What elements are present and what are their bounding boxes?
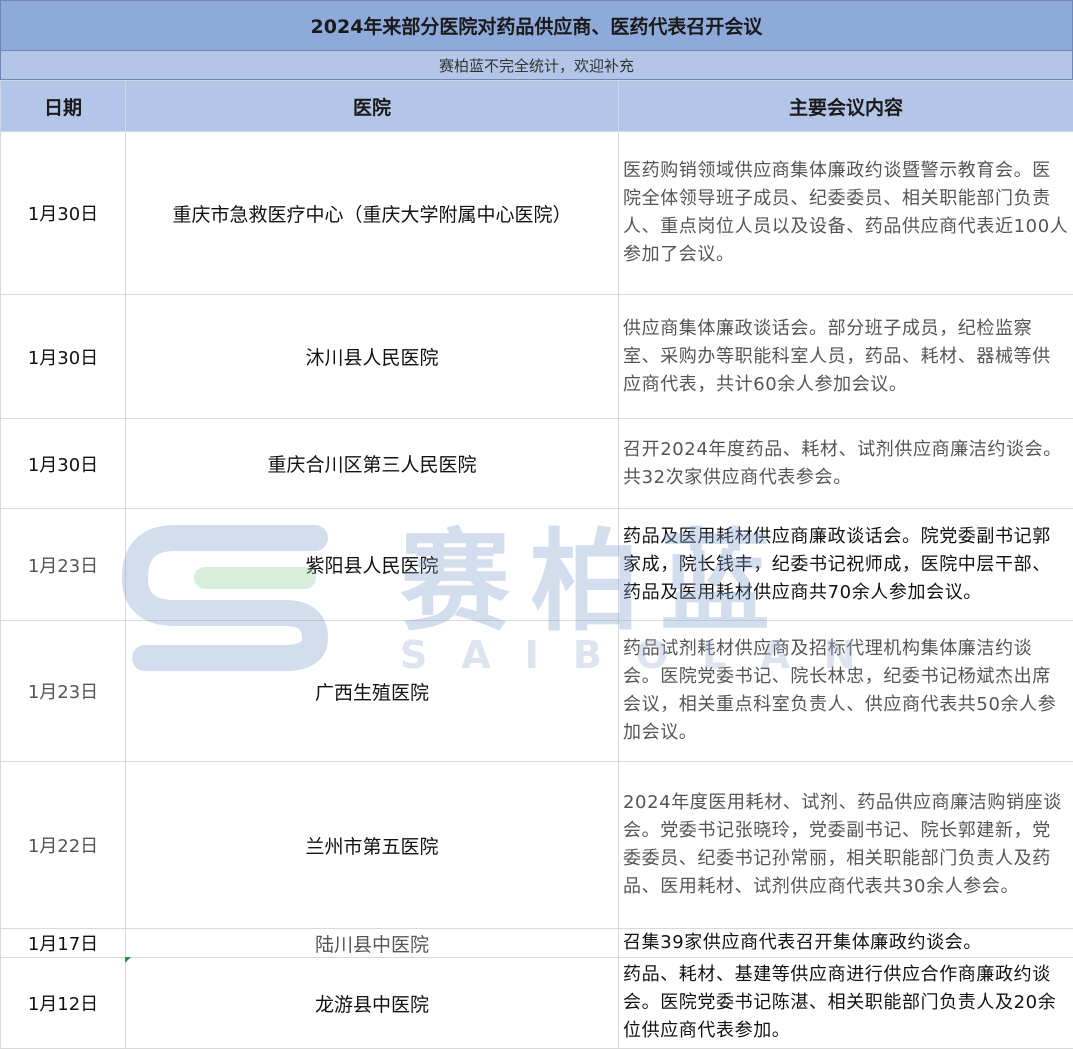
table-row: 1月23日 广西生殖医院 药品试剂耗材供应商及招标代理机构集体廉洁约谈会。医院党… bbox=[0, 620, 1073, 762]
cell-content[interactable]: 供应商集体廉政谈话会。部分班子成员，纪检监察室、采购办等职能科室人员，药品、耗材… bbox=[618, 294, 1073, 419]
sheet-title[interactable]: 2024年来部分医院对药品供应商、医药代表召开会议 bbox=[0, 0, 1073, 51]
cell-date[interactable]: 1月22日 bbox=[0, 761, 126, 929]
table-row: 1月30日 重庆市急救医疗中心（重庆大学附属中心医院） 医药购销领域供应商集体廉… bbox=[0, 131, 1073, 295]
cell-hospital[interactable]: 龙游县中医院 bbox=[125, 957, 619, 1049]
table-row: 1月23日 紫阳县人民医院 药品及医用耗材供应商廉政谈话会。院党委副书记郭家成，… bbox=[0, 508, 1073, 621]
cell-comment-marker bbox=[125, 957, 131, 963]
cell-hospital[interactable]: 广西生殖医院 bbox=[125, 620, 619, 762]
cell-content[interactable]: 药品试剂耗材供应商及招标代理机构集体廉洁约谈会。医院党委书记、院长林忠，纪委书记… bbox=[618, 620, 1073, 762]
cell-content[interactable]: 召开2024年度药品、耗材、试剂供应商廉洁约谈会。共32次家供应商代表参会。 bbox=[618, 418, 1073, 509]
cell-hospital[interactable]: 陆川县中医院 bbox=[125, 928, 619, 958]
meeting-table: 日期 医院 主要会议内容 1月30日 重庆市急救医疗中心（重庆大学附属中心医院）… bbox=[0, 80, 1073, 1049]
cell-hospital[interactable]: 紫阳县人民医院 bbox=[125, 508, 619, 621]
cell-date[interactable]: 1月30日 bbox=[0, 131, 126, 295]
cell-content[interactable]: 召集39家供应商代表召开集体廉政约谈会。 bbox=[618, 928, 1073, 958]
cell-date[interactable]: 1月23日 bbox=[0, 620, 126, 762]
header-hospital[interactable]: 医院 bbox=[125, 80, 619, 132]
cell-date[interactable]: 1月12日 bbox=[0, 957, 126, 1049]
cell-content[interactable]: 2024年度医用耗材、试剂、药品供应商廉洁购销座谈会。党委书记张晓玲，党委副书记… bbox=[618, 761, 1073, 929]
cell-hospital[interactable]: 重庆市急救医疗中心（重庆大学附属中心医院） bbox=[125, 131, 619, 295]
cell-hospital[interactable]: 沐川县人民医院 bbox=[125, 294, 619, 419]
cell-content[interactable]: 医药购销领域供应商集体廉政约谈暨警示教育会。医院全体领导班子成员、纪委委员、相关… bbox=[618, 131, 1073, 295]
spreadsheet: 2024年来部分医院对药品供应商、医药代表召开会议 赛柏蓝不完全统计，欢迎补充 … bbox=[0, 0, 1073, 1049]
cell-date[interactable]: 1月17日 bbox=[0, 928, 126, 958]
header-row: 日期 医院 主要会议内容 bbox=[0, 80, 1073, 132]
table-row: 1月17日 陆川县中医院 召集39家供应商代表召开集体廉政约谈会。 bbox=[0, 928, 1073, 958]
cell-hospital[interactable]: 重庆合川区第三人民医院 bbox=[125, 418, 619, 509]
header-date[interactable]: 日期 bbox=[0, 80, 126, 132]
table-row: 1月30日 重庆合川区第三人民医院 召开2024年度药品、耗材、试剂供应商廉洁约… bbox=[0, 418, 1073, 509]
cell-date[interactable]: 1月30日 bbox=[0, 294, 126, 419]
cell-date[interactable]: 1月30日 bbox=[0, 418, 126, 509]
table-row: 1月12日 龙游县中医院 药品、耗材、基建等供应商进行供应合作商廉政约谈会。医院… bbox=[0, 957, 1073, 1049]
cell-content[interactable]: 药品及医用耗材供应商廉政谈话会。院党委副书记郭家成，院长钱丰，纪委书记祝师成，医… bbox=[618, 508, 1073, 621]
table-row: 1月22日 兰州市第五医院 2024年度医用耗材、试剂、药品供应商廉洁购销座谈会… bbox=[0, 761, 1073, 929]
sheet-subtitle[interactable]: 赛柏蓝不完全统计，欢迎补充 bbox=[0, 51, 1073, 80]
cell-hospital[interactable]: 兰州市第五医院 bbox=[125, 761, 619, 929]
header-content[interactable]: 主要会议内容 bbox=[618, 80, 1073, 132]
cell-content[interactable]: 药品、耗材、基建等供应商进行供应合作商廉政约谈会。医院党委书记陈湛、相关职能部门… bbox=[618, 957, 1073, 1049]
table-row: 1月30日 沐川县人民医院 供应商集体廉政谈话会。部分班子成员，纪检监察室、采购… bbox=[0, 294, 1073, 419]
cell-date[interactable]: 1月23日 bbox=[0, 508, 126, 621]
